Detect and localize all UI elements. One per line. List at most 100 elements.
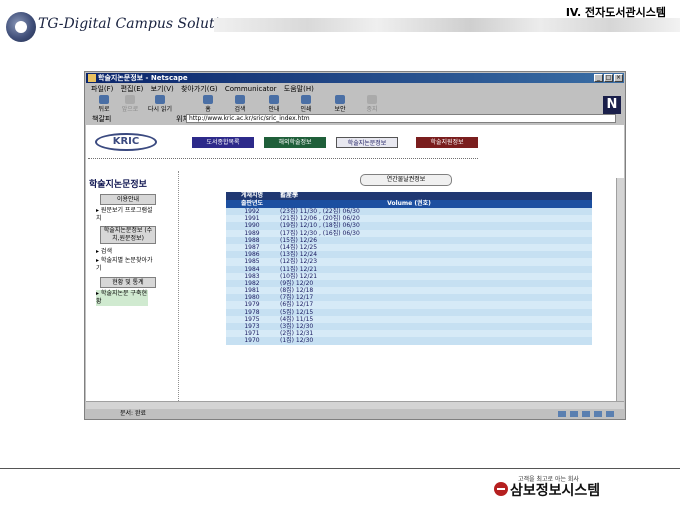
table-row: 1973 (3집) 12/30 [226, 323, 592, 331]
slide-title: IV. 전자도서관시스템 [565, 6, 666, 19]
search-icon [235, 95, 245, 104]
year-cell: 1975 [244, 315, 260, 323]
volume-cell[interactable]: (7집) 12/17 [280, 294, 313, 301]
year-cell: 1989 [244, 229, 260, 237]
footer-rule [0, 468, 680, 469]
menu-go[interactable]: 찾아가기(G) [181, 85, 218, 93]
table-row: 1982 (9집) 12/20 [226, 279, 592, 288]
forward-button[interactable]: 앞으로 [116, 95, 144, 113]
nav-library-catalog[interactable]: 도서종합목록 [192, 137, 254, 148]
volume-cell[interactable]: (2집) 12/31 [280, 330, 313, 337]
volume-cell[interactable]: (15집) 12/26 [280, 237, 317, 244]
guide-button[interactable]: 안내 [260, 95, 288, 113]
volume-cell[interactable]: (5집) 12/15 [280, 309, 313, 316]
sidebar-divider [178, 171, 179, 401]
sidebar-link-browse[interactable]: ▸ 학술지별 논문찾아가기 [96, 257, 156, 273]
search-button[interactable]: 검색 [226, 95, 254, 113]
menu-edit[interactable]: 편집(E) [121, 85, 144, 93]
minimize-button[interactable]: _ [594, 74, 603, 82]
year-cell: 1978 [244, 308, 260, 316]
menu-view[interactable]: 보기(V) [151, 85, 174, 93]
maximize-button[interactable]: □ [604, 74, 613, 82]
location-bar: 책갈피 위치: http://www.kric.ac.kr/sric/sric_… [86, 114, 624, 124]
year-cell: 1983 [244, 272, 260, 280]
volume-cell[interactable]: (23집) 11/30 , (22집) 06/30 [280, 208, 360, 215]
volume-table: 게재지명 畜産學 출판년도 Volume (권호) 1992 (23집) 11/3… [226, 192, 592, 345]
url-input[interactable]: http://www.kric.ac.kr/sric/sric_index.ht… [186, 114, 616, 123]
forward-icon [125, 95, 135, 104]
slide-logo-text: TG-Digital Campus Solution [38, 16, 237, 32]
volume-cell[interactable]: (13집) 12/24 [280, 251, 317, 258]
table-row: 1980 (7집) 12/17 [226, 294, 592, 302]
kric-logo[interactable]: KRIC [95, 133, 157, 151]
stop-button[interactable]: 중지 [358, 95, 386, 113]
table-row: 1990 (19집) 12/10 , (18집) 06/30 [226, 222, 592, 230]
home-button[interactable]: 홈 [194, 95, 222, 113]
volume-cell[interactable]: (1집) 12/30 [280, 337, 313, 344]
volume-cell[interactable]: (11집) 12/21 [280, 266, 317, 273]
print-icon [301, 95, 311, 104]
menu-communicator[interactable]: Communicator [225, 85, 277, 93]
annual-info-button[interactable]: 연간물날권정보 [360, 174, 452, 186]
volume-cell[interactable]: (14집) 12/25 [280, 244, 317, 251]
table-row: 1971 (2집) 12/31 [226, 330, 592, 338]
sidebar-link-status[interactable]: ▸ 학술지논문 구축현황 [96, 290, 148, 306]
table-row: 1975 (4집) 11/15 [226, 315, 592, 323]
divider [88, 158, 478, 159]
volume-cell[interactable]: (4집) 11/15 [280, 316, 313, 323]
volume-cell[interactable]: (3집) 12/30 [280, 323, 313, 330]
year-cell: 1986 [244, 251, 260, 259]
menubar: 파일(F) 편집(E) 보기(V) 찾아가기(G) Communicator 도… [86, 84, 624, 94]
app-icon [88, 74, 96, 82]
table-title-row: 게재지명 畜産學 [226, 192, 592, 200]
year-cell: 1971 [244, 330, 260, 338]
menu-file[interactable]: 파일(F) [91, 85, 113, 93]
volume-cell[interactable]: (10집) 12/21 [280, 273, 317, 280]
year-cell: 1984 [244, 265, 260, 273]
table-row: 1970 (1집) 12/30 [226, 337, 592, 345]
table-row: 1987 (14집) 12/25 [226, 243, 592, 252]
table-row: 1983 (10집) 12/21 [226, 272, 592, 280]
year-cell: 1988 [244, 236, 260, 244]
security-icon [335, 95, 345, 104]
year-cell: 1991 [244, 215, 260, 223]
year-cell: 1990 [244, 222, 260, 230]
close-button[interactable]: × [614, 74, 623, 82]
volume-cell[interactable]: (8집) 12/18 [280, 287, 313, 294]
table-row: 1992 (23집) 11/30 , (22집) 06/30 [226, 208, 592, 216]
volume-cell[interactable]: (21집) 12/06 , (20집) 06/20 [280, 215, 360, 222]
vertical-scrollbar[interactable] [616, 178, 624, 401]
header-band [214, 18, 680, 32]
year-cell: 1981 [244, 287, 260, 295]
security-button[interactable]: 보안 [326, 95, 354, 113]
year-cell: 1970 [244, 337, 260, 345]
nav-academic-support[interactable]: 학술지원정보 [416, 137, 478, 148]
window-titlebar: 학술지논문정보 - Netscape _ □ × [86, 73, 624, 83]
company-logo-icon [494, 482, 508, 496]
volume-cell[interactable]: (9집) 12/20 [280, 280, 313, 287]
table-row: 1986 (13집) 12/24 [226, 251, 592, 259]
page-content: KRIC 도서종합목록 해외학술정보 학술지논문정보 학술지원정보 학술지논문정… [86, 125, 624, 401]
back-button[interactable]: 뒤로 [90, 95, 118, 113]
reload-button[interactable]: 다시 읽기 [146, 95, 174, 113]
status-bar: 문서: 완료 [86, 409, 624, 419]
nav-foreign-info[interactable]: 해외학술정보 [264, 137, 326, 148]
bookmarks-button[interactable]: 책갈피 [92, 114, 111, 124]
volume-cell[interactable]: (12집) 12/23 [280, 258, 317, 265]
sidebar-link-install[interactable]: ▸ 원문보기 프로그램설치 [96, 207, 156, 223]
volume-cell[interactable]: (6집) 12/17 [280, 301, 313, 308]
back-icon [99, 95, 109, 104]
sidebar-link-search[interactable]: ▸ 검색 [96, 248, 112, 256]
year-cell: 1973 [244, 323, 260, 330]
volume-cell[interactable]: (19집) 12/10 , (18집) 06/30 [280, 222, 360, 229]
horizontal-scrollbar[interactable] [86, 401, 624, 409]
sidebar-title: 학술지논문정보 [89, 180, 147, 190]
volume-cell[interactable]: (17집) 12/30 , (16집) 06/30 [280, 230, 360, 237]
tg-logo-icon [6, 12, 36, 42]
menu-help[interactable]: 도움말(H) [284, 85, 314, 93]
nav-journal-info[interactable]: 학술지논문정보 [336, 137, 398, 148]
print-button[interactable]: 인쇄 [292, 95, 320, 113]
table-row: 1991 (21집) 12/06 , (20집) 06/20 [226, 215, 592, 223]
netscape-logo-icon: N [603, 96, 621, 114]
year-cell: 1992 [244, 208, 260, 215]
